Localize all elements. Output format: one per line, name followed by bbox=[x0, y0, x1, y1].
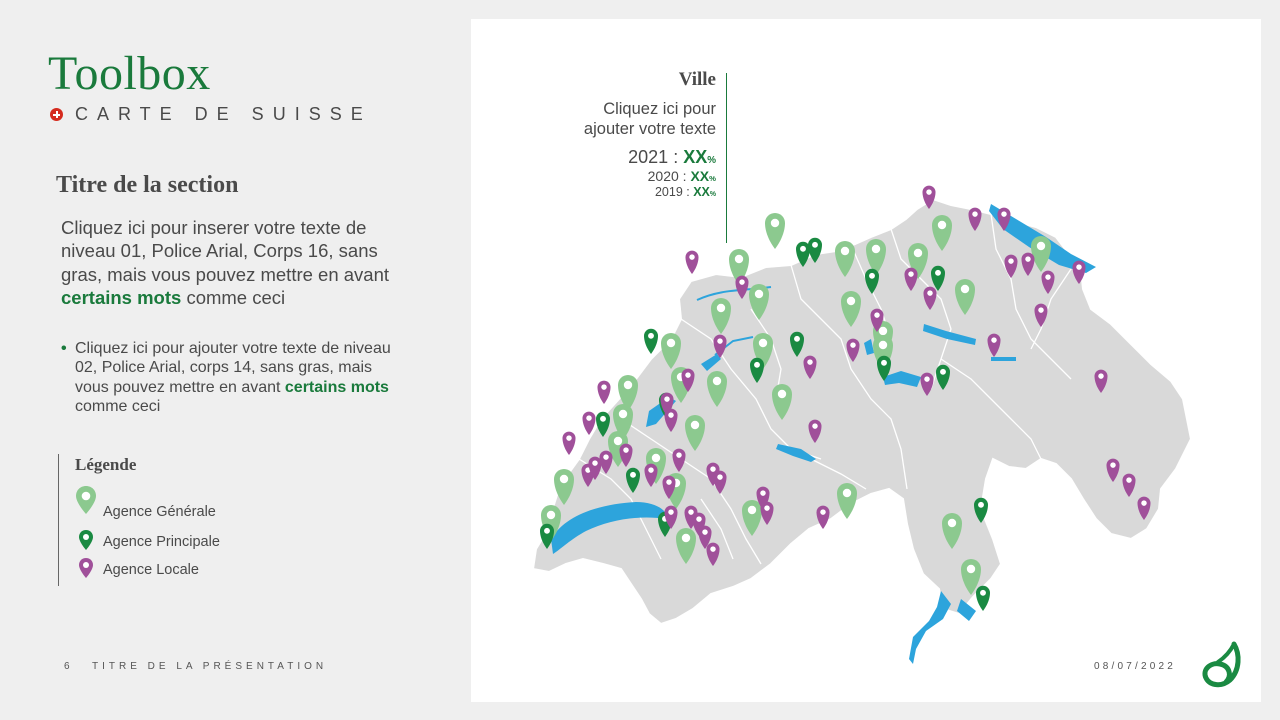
page-title: Toolbox bbox=[48, 47, 211, 100]
map-pin-small-icon bbox=[79, 558, 93, 578]
legend-label-agence-generale: Agence Générale bbox=[103, 504, 216, 520]
info-text[interactable]: Cliquez ici pour ajouter votre texte bbox=[584, 99, 716, 139]
agence-generale-pin[interactable] bbox=[765, 213, 785, 249]
map-panel: Ville Cliquez ici pour ajouter votre tex… bbox=[471, 19, 1261, 702]
legend-item-agence-locale: Agence Locale bbox=[75, 558, 199, 578]
lake-walen bbox=[991, 357, 1016, 361]
bullet-text-highlight: certains mots bbox=[284, 378, 389, 396]
bullet-body: Cliquez ici pour ajouter votre texte de … bbox=[75, 339, 396, 416]
subtitle-text: CARTE DE SUISSE bbox=[75, 104, 372, 124]
info-divider bbox=[726, 73, 727, 243]
stat-2020: 2020 : XX% bbox=[647, 168, 716, 184]
agence-locale-pin[interactable] bbox=[685, 250, 699, 274]
stat-year-2021: 2021 bbox=[628, 147, 669, 167]
page-number: 6 bbox=[64, 661, 73, 672]
info-title: Ville bbox=[678, 69, 716, 90]
lake-maggiore bbox=[909, 591, 951, 664]
stat-year-2019: 2019 bbox=[654, 185, 683, 199]
stat-year-2020: 2020 bbox=[647, 168, 679, 184]
subtitle: CARTE DE SUISSE bbox=[50, 104, 372, 125]
bullet-item[interactable]: • Cliquez ici pour ajouter votre texte d… bbox=[61, 339, 396, 416]
info-text-line2: ajouter votre texte bbox=[583, 120, 716, 138]
stat-2021: 2021 : XX% bbox=[628, 147, 716, 167]
legend-label-agence-locale: Agence Locale bbox=[103, 562, 199, 578]
agence-locale-pin[interactable] bbox=[597, 380, 611, 404]
legend-item-agence-generale: Agence Générale bbox=[75, 486, 216, 520]
legend-item-agence-principale: Agence Principale bbox=[75, 530, 220, 550]
stat-value-2021: XX bbox=[683, 147, 708, 167]
body-text-end: comme ceci bbox=[186, 286, 286, 308]
agence-locale-pin[interactable] bbox=[562, 431, 576, 455]
footer-title: TITRE DE LA PRÉSENTATION bbox=[92, 661, 328, 672]
agence-principale-pin[interactable] bbox=[976, 585, 990, 611]
legend-title: Légende bbox=[75, 455, 137, 474]
stat-value-2020: XX bbox=[690, 168, 710, 184]
bullet-text-end: comme ceci bbox=[75, 397, 161, 415]
map-pin-medium-icon bbox=[79, 530, 93, 550]
map-pin-large-icon bbox=[76, 486, 96, 514]
body-text[interactable]: Cliquez ici pour inserer votre texte de … bbox=[61, 216, 391, 309]
section-title: Titre de la section bbox=[56, 172, 239, 198]
bullet-dot-icon: • bbox=[61, 340, 67, 357]
stat-unit-2021: % bbox=[707, 155, 716, 166]
footer-date: 08/07/2022 bbox=[1094, 661, 1177, 672]
agence-principale-pin[interactable] bbox=[644, 328, 658, 354]
legend-label-agence-principale: Agence Principale bbox=[103, 534, 220, 550]
stat-2019: 2019 : XX% bbox=[654, 185, 716, 199]
legend: Légende Agence Générale Agence Principal… bbox=[58, 454, 319, 586]
info-text-line1: Cliquez ici pour bbox=[603, 100, 716, 118]
body-text-main: Cliquez ici pour inserer votre texte de … bbox=[61, 217, 390, 285]
stat-value-2019: XX bbox=[693, 185, 710, 199]
body-text-highlight: certains mots bbox=[61, 286, 182, 308]
stat-unit-2020: % bbox=[709, 174, 716, 183]
swiss-cross-icon bbox=[50, 108, 63, 121]
company-logo bbox=[1202, 641, 1241, 688]
agence-generale-pin[interactable] bbox=[837, 483, 857, 519]
stat-unit-2019: % bbox=[709, 191, 716, 198]
